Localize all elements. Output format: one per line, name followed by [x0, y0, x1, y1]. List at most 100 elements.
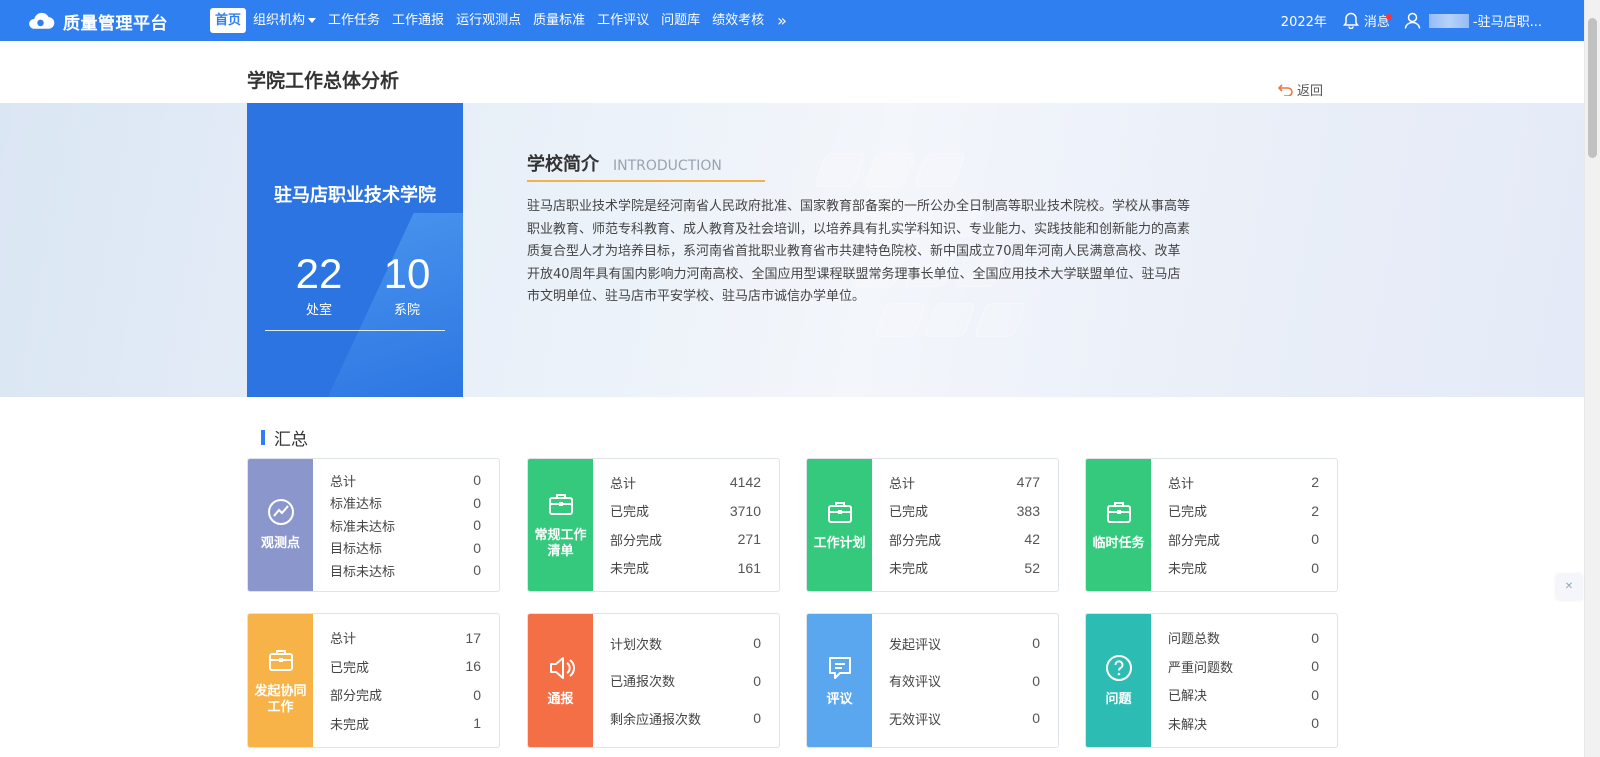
summary-card-header: 通报	[528, 614, 593, 747]
summary-card-label: 发起协同工作	[254, 683, 307, 715]
nav-organization[interactable]: 组织机构	[248, 8, 321, 33]
summary-row: 未完成 161	[610, 554, 761, 583]
summary-row-value: 16	[465, 658, 481, 675]
summary-row-value: 42	[1024, 531, 1040, 548]
summary-card-label: 临时任务	[1092, 536, 1145, 551]
intro-title: 学校简介	[527, 154, 599, 175]
nav-more-icon[interactable]: »	[777, 11, 787, 30]
summary-row-label: 总计	[330, 632, 357, 648]
summary-title: 汇总	[274, 430, 308, 450]
nav-issue-library[interactable]: 问题库	[656, 8, 705, 33]
summary-card-bulletin[interactable]: 通报 计划次数 0 已通报次数 0 剩余应通报次数 0	[527, 613, 780, 748]
summary-row-value: 0	[473, 472, 481, 488]
briefcase-icon	[826, 498, 854, 536]
user-menu[interactable]: -驻马店职...	[1404, 11, 1542, 30]
summary-row-label: 计划次数	[610, 637, 663, 653]
summary-heading: 汇总	[261, 425, 308, 450]
summary-card-routine-work-list[interactable]: 常规工作清单 总计 4142 已完成 3710 部分完成 271 未完成 161	[527, 458, 780, 592]
summary-row: 标准达标 0	[330, 491, 481, 514]
heading-accent-bar	[261, 430, 265, 445]
summary-card-label: 问题	[1105, 691, 1132, 707]
summary-card-review[interactable]: 评议 发起评议 0 有效评议 0 无效评议 0	[806, 613, 1059, 748]
summary-row-value: 0	[1311, 531, 1319, 548]
summary-row: 有效评议 0	[889, 662, 1040, 700]
summary-row-value: 0	[1032, 635, 1040, 651]
stat-faculties: 10 系院	[367, 250, 447, 319]
messages-button[interactable]: 消息	[1342, 11, 1392, 30]
nav-performance[interactable]: 绩效考核	[707, 8, 769, 33]
summary-card-rows: 总计 0 标准达标 0 标准未达标 0 目标达标 0 目标未达标 0	[313, 459, 499, 591]
summary-row-value: 52	[1024, 559, 1040, 576]
summary-row-value: 161	[737, 559, 761, 576]
summary-row: 剩余应通报次数 0	[610, 699, 761, 737]
back-arrow-icon	[1278, 84, 1293, 96]
summary-row: 严重问题数 0	[1168, 652, 1319, 681]
nav-observation-points[interactable]: 运行观测点	[451, 8, 526, 33]
back-button[interactable]: 返回	[1278, 80, 1323, 99]
summary-row-value: 0	[473, 539, 481, 556]
summary-row-label: 问题总数	[1168, 632, 1221, 648]
summary-row-label: 总计	[610, 476, 637, 492]
summary-row-label: 已解决	[1168, 689, 1208, 705]
summary-card-header: 临时任务	[1086, 459, 1151, 591]
summary-card-label: 工作计划	[813, 536, 866, 551]
summary-card-header: 发起协同工作	[248, 614, 313, 747]
caret-down-icon	[308, 18, 317, 23]
nav-work-bulletin[interactable]: 工作通报	[387, 8, 449, 33]
summary-card-header: 评议	[807, 614, 872, 747]
summary-row-label: 未完成	[1168, 562, 1208, 578]
summary-row-label: 未完成	[610, 562, 650, 578]
intro-heading: 学校简介 INTRODUCTION	[527, 150, 722, 176]
summary-row-value: 1	[473, 715, 481, 732]
stat-departments-value: 22	[295, 250, 343, 297]
summary-card-rows: 发起评议 0 有效评议 0 无效评议 0	[872, 614, 1058, 747]
summary-row-value: 0	[753, 672, 761, 689]
comment-icon	[826, 654, 854, 692]
stat-faculties-value: 10	[383, 250, 431, 297]
summary-row-label: 目标未达标	[330, 564, 396, 580]
summary-card-temp-tasks[interactable]: 临时任务 总计 2 已完成 2 部分完成 0 未完成 0	[1085, 458, 1338, 592]
summary-row-label: 总计	[330, 474, 357, 490]
stat-departments-label: 处室	[305, 303, 332, 318]
summary-card-rows: 总计 2 已完成 2 部分完成 0 未完成 0	[1151, 459, 1337, 591]
top-nav-bar: 质量管理平台 首页 组织机构 工作任务 工作通报 运行观测点 质量标准 工作评议…	[0, 0, 1584, 41]
summary-card-issues[interactable]: 问题 问题总数 0 严重问题数 0 已解决 0 未解决 0	[1085, 613, 1338, 748]
summary-card-label: 观测点	[260, 536, 300, 551]
summary-row-label: 已通报次数	[610, 675, 676, 690]
floating-tool-icon[interactable]: ✕	[1556, 574, 1582, 600]
summary-row-label: 剩余应通报次数	[610, 712, 702, 728]
summary-row: 未完成 1	[330, 709, 481, 738]
nav-home[interactable]: 首页	[210, 8, 247, 33]
summary-card-header: 工作计划	[807, 459, 872, 591]
intro-title-en: INTRODUCTION	[613, 158, 722, 174]
nav-work-tasks[interactable]: 工作任务	[323, 8, 385, 33]
summary-card-observation-points[interactable]: 观测点 总计 0 标准达标 0 标准未达标 0 目标达标 0 目标未达标 0	[247, 458, 500, 592]
summary-row-label: 总计	[889, 476, 916, 492]
summary-row-value: 4142	[729, 474, 761, 491]
summary-row-value: 0	[1311, 629, 1319, 646]
summary-row: 总计 17	[330, 624, 481, 653]
summary-row-value: 271	[737, 531, 761, 548]
summary-row-label: 发起评议	[889, 637, 942, 653]
scroll-thumb[interactable]	[1588, 18, 1597, 158]
summary-row-value: 0	[753, 635, 761, 651]
summary-card-work-plan[interactable]: 工作计划 总计 477 已完成 383 部分完成 42 未完成 52	[806, 458, 1059, 592]
summary-row: 已解决 0	[1168, 681, 1319, 710]
summary-row: 未完成 0	[1168, 554, 1319, 583]
summary-card-collab-work[interactable]: 发起协同工作 总计 17 已完成 16 部分完成 0 未完成 1	[247, 613, 500, 748]
summary-row-value: 0	[1311, 559, 1319, 576]
year-selector[interactable]: 2022年	[1281, 11, 1327, 30]
summary-row: 部分完成 271	[610, 525, 761, 554]
main-nav: 首页 组织机构 工作任务 工作通报 运行观测点 质量标准 工作评议 问题库 绩效…	[210, 8, 787, 33]
app-logo[interactable]: 质量管理平台	[26, 9, 168, 34]
summary-row-label: 总计	[1168, 476, 1195, 492]
summary-row: 部分完成 0	[330, 681, 481, 710]
summary-row-label: 未解决	[1168, 717, 1208, 733]
summary-card-rows: 总计 477 已完成 383 部分完成 42 未完成 52	[872, 459, 1058, 591]
stat-faculties-label: 系院	[393, 303, 420, 318]
nav-quality-standards[interactable]: 质量标准	[528, 8, 590, 33]
nav-work-review[interactable]: 工作评议	[592, 8, 654, 33]
summary-row-label: 标准未达标	[330, 519, 396, 535]
summary-card-rows: 问题总数 0 严重问题数 0 已解决 0 未解决 0	[1151, 614, 1337, 747]
page-scrollbar[interactable]	[1584, 0, 1600, 757]
